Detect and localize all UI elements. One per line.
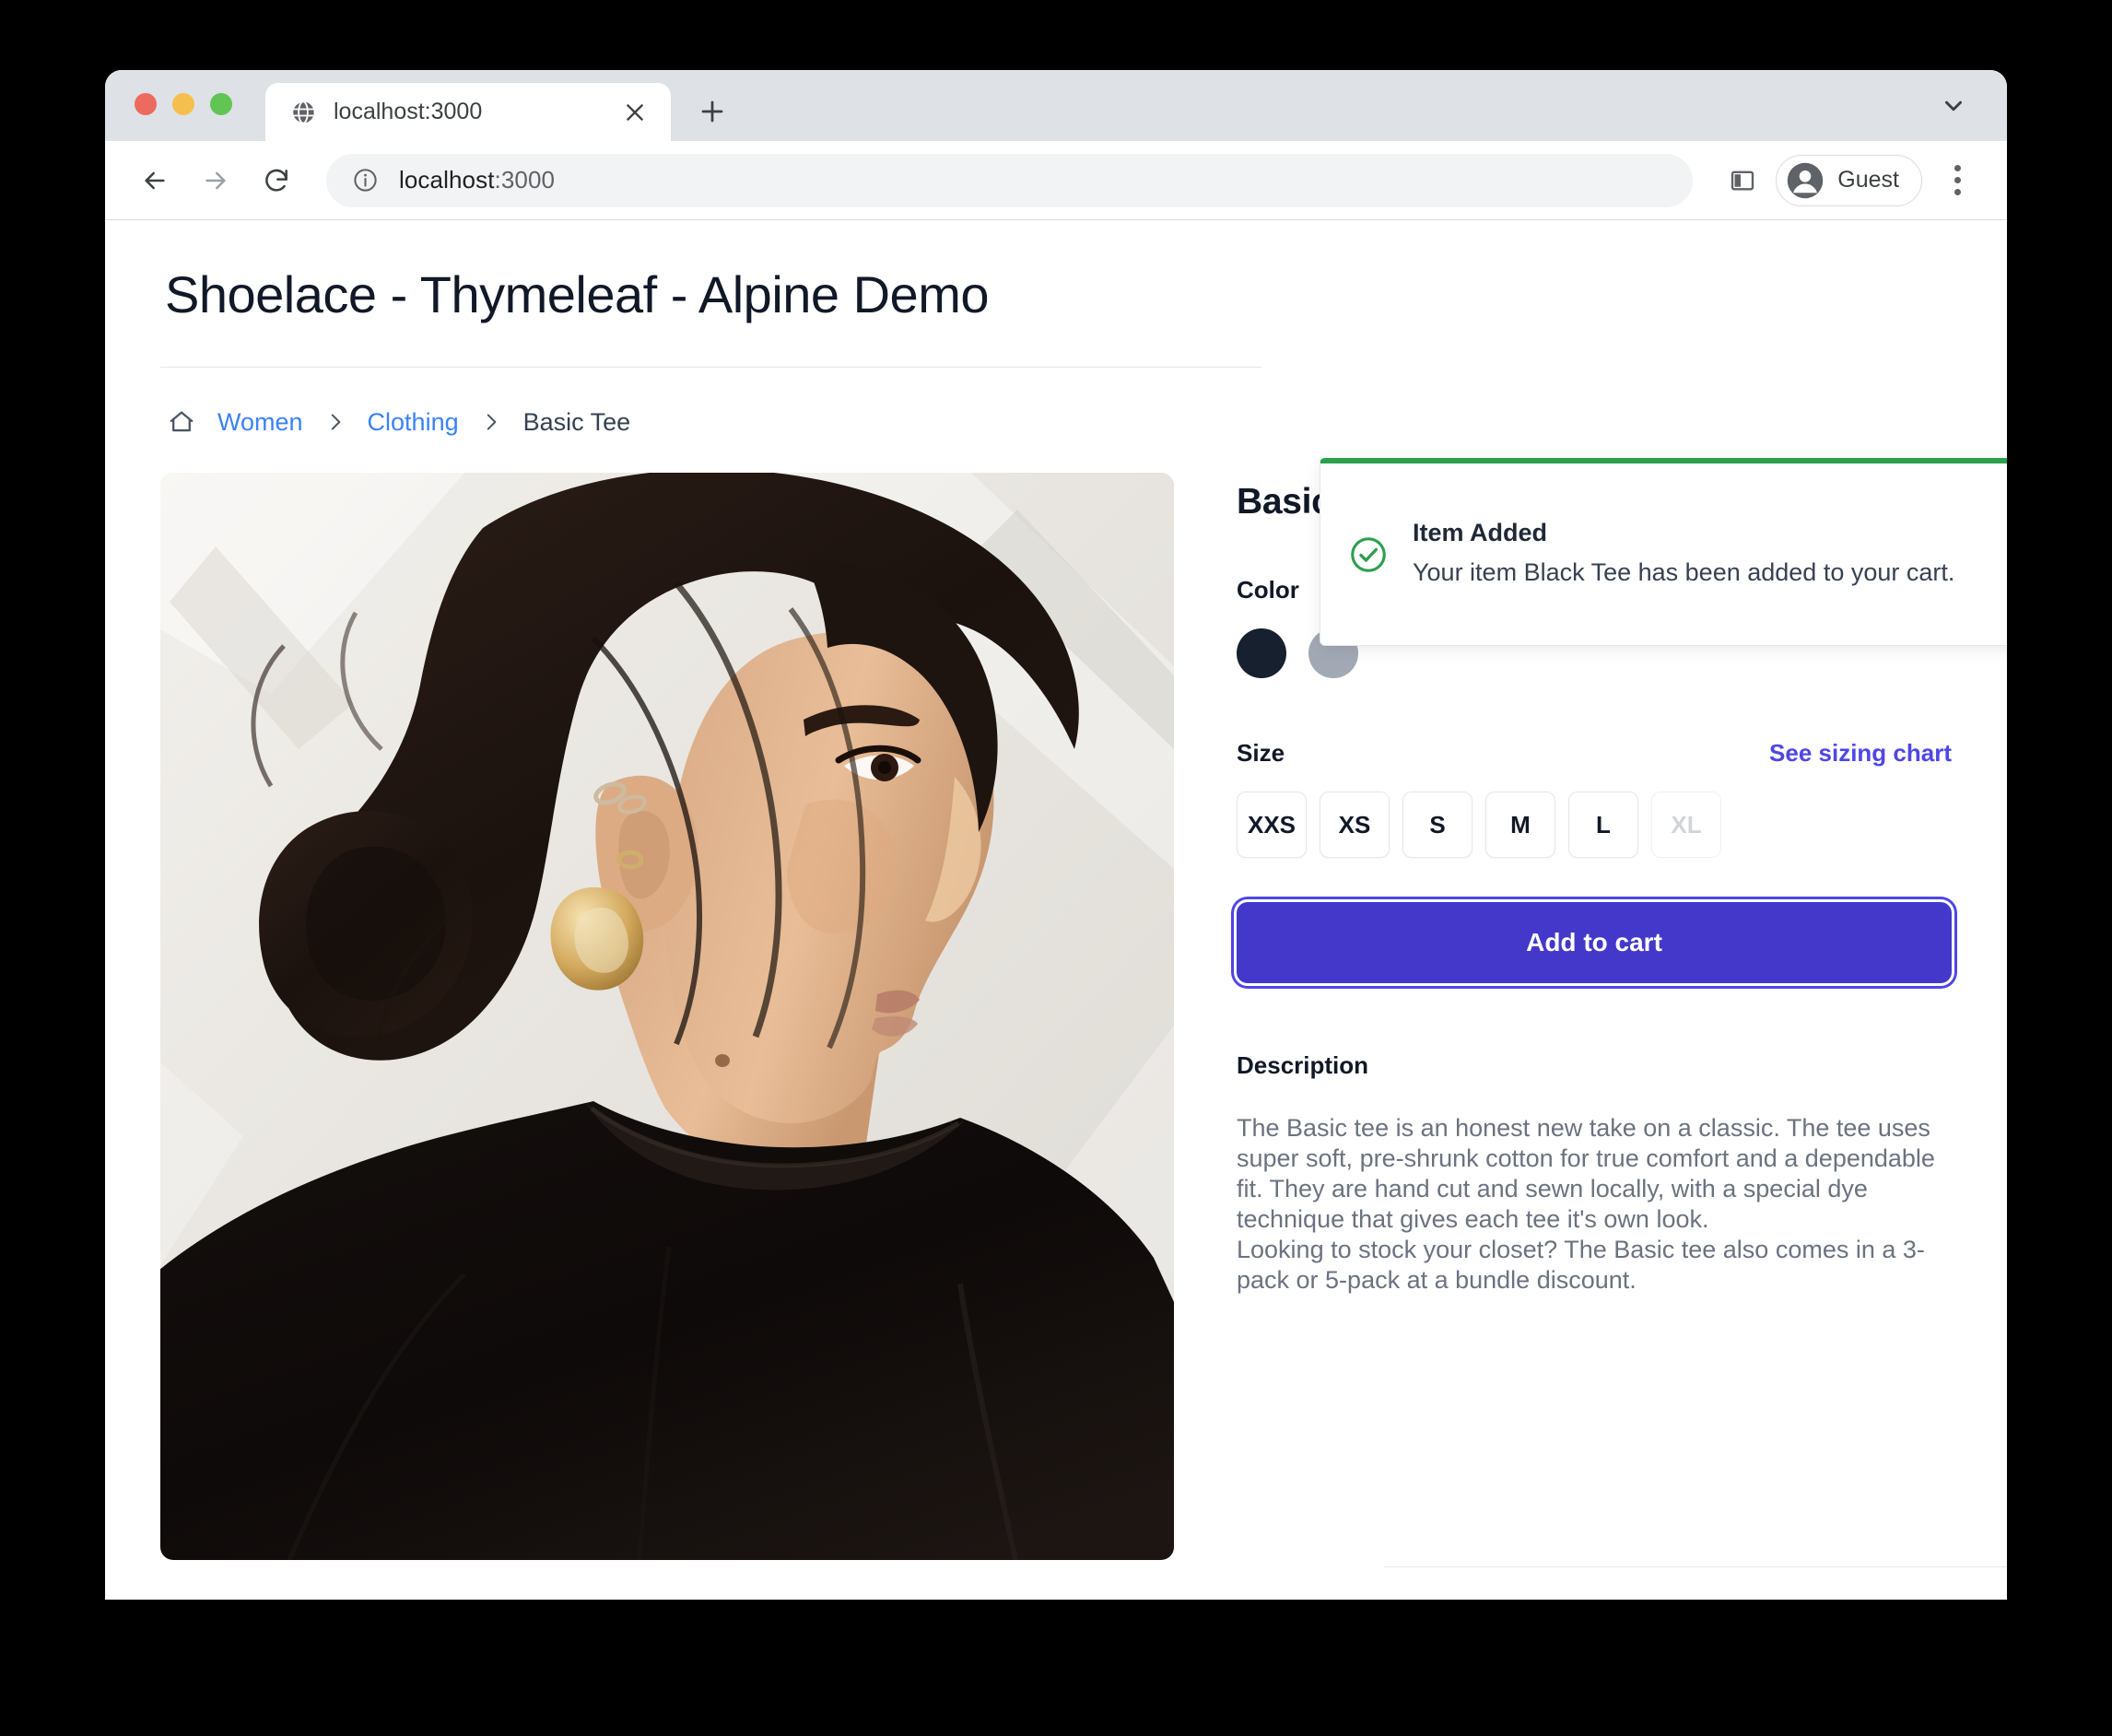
description-paragraph: The Basic tee is an honest new take on a… [1237,1114,1935,1233]
side-panel-icon[interactable] [1719,157,1766,205]
globe-icon [289,99,317,126]
size-button-xxs[interactable]: XXS [1237,792,1307,858]
title-divider [160,367,1261,368]
size-selector: Size See sizing chart XXS XS S M L XL [1237,739,1952,858]
three-dots-vertical-icon[interactable] [1935,157,1979,205]
chevron-down-icon[interactable] [1931,84,1976,128]
breadcrumb-item-clothing[interactable]: Clothing [368,408,459,437]
arrow-left-icon[interactable] [127,153,182,208]
home-icon[interactable] [166,406,197,438]
description-body: The Basic tee is an honest new take on a… [1237,1113,1952,1296]
address-bar-text: localhost:3000 [399,166,555,194]
info-circle-icon[interactable] [352,167,379,194]
item-added-toast: Item Added Your item Black Tee has been … [1320,458,2007,646]
profile-button[interactable]: Guest [1776,154,1922,206]
toast-title: Item Added [1413,519,1548,547]
check-circle-icon [1348,534,1389,575]
description-label: Description [1237,1051,1369,1079]
size-label: Size [1237,739,1285,767]
tab-strip: localhost:3000 [105,70,2007,141]
page-content: Shoelace - Thymeleaf - Alpine Demo Women… [105,220,2007,1599]
close-icon[interactable] [619,97,651,128]
address-bar[interactable]: localhost:3000 [326,153,1694,207]
chevron-right-icon [479,410,503,434]
window-traffic-lights [135,70,232,141]
product-image [160,473,1174,1560]
size-button-xs[interactable]: XS [1320,792,1390,858]
size-header: Size See sizing chart [1237,739,1952,768]
size-button-m[interactable]: M [1485,792,1555,858]
chevron-right-icon [323,410,347,434]
browser-window: localhost:3000 localhost:3000 Guest Shoe… [105,70,2007,1600]
tabstrip-right-controls [1931,70,1976,141]
description-paragraph: Looking to stock your closet? The Basic … [1237,1235,1925,1294]
browser-toolbar: localhost:3000 Guest [105,141,2007,220]
breadcrumb-item-women[interactable]: Women [217,408,303,437]
minimize-window-button[interactable] [172,92,194,115]
description-section: Description The Basic tee is an honest n… [1237,1051,1952,1296]
browser-tab[interactable]: localhost:3000 [265,83,671,141]
add-to-cart-wrapper: Add to cart [1234,899,1954,986]
account-circle-icon [1786,161,1825,200]
url-host: localhost [399,166,495,194]
toast-message: Your item Black Tee has been added to yo… [1413,558,1955,587]
close-window-button[interactable] [135,92,157,115]
profile-label: Guest [1837,167,1899,193]
arrow-right-icon[interactable] [188,153,243,208]
breadcrumb: Women Clothing Basic Tee [160,406,1952,438]
add-to-cart-button[interactable]: Add to cart [1234,899,1954,986]
see-sizing-chart-link[interactable]: See sizing chart [1769,739,1952,768]
toolbar-right-controls: Guest [1719,154,1979,206]
bottom-divider [1384,1566,2007,1567]
plus-icon[interactable] [687,87,737,136]
size-button-l[interactable]: L [1568,792,1638,858]
maximize-window-button[interactable] [210,92,232,115]
page-title: Shoelace - Thymeleaf - Alpine Demo [165,265,989,323]
breadcrumb-item-basic-tee: Basic Tee [522,407,631,436]
toast-body: Item Added Your item Black Tee has been … [1413,519,1989,590]
color-swatch-black[interactable] [1237,628,1286,678]
reload-icon[interactable] [249,153,304,208]
size-button-xl: XL [1651,792,1721,858]
size-options: XXS XS S M L XL [1237,792,1952,858]
tab-title: localhost:3000 [334,99,483,124]
size-button-s[interactable]: S [1402,792,1473,858]
url-port: :3000 [494,166,556,194]
